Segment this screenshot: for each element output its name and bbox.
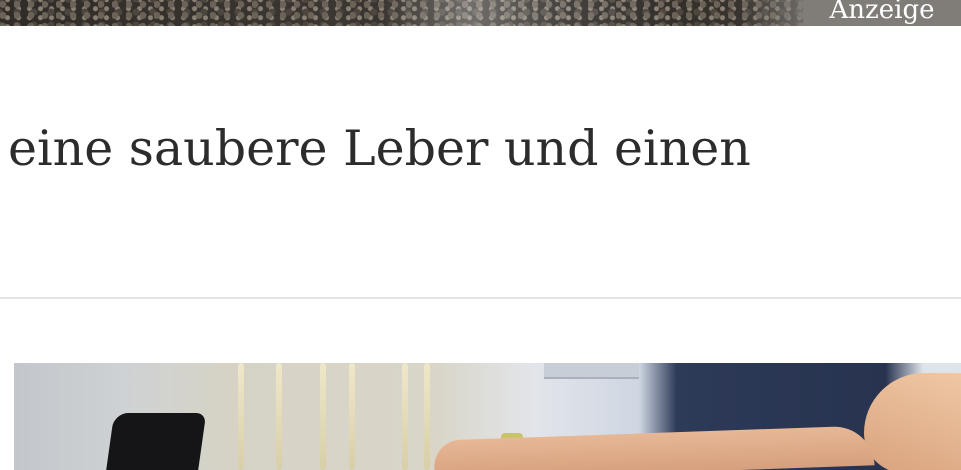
thumb-arm — [433, 425, 875, 470]
ad-image-highlight — [380, 0, 680, 26]
thumb-skeleton-part — [402, 363, 408, 470]
section-divider — [0, 297, 961, 299]
thumb-skeleton-part — [238, 363, 244, 470]
thumb-skeleton-part — [349, 363, 355, 470]
thumb-skeleton-part — [424, 363, 430, 470]
thumb-chair — [105, 413, 207, 470]
article-video-thumbnail[interactable] — [14, 363, 961, 470]
advertisement-image[interactable]: Anzeige — [0, 0, 961, 26]
thumb-skeleton-part — [320, 363, 326, 470]
thumb-hand — [864, 373, 961, 470]
thumb-shelf — [544, 363, 639, 379]
article-headline[interactable]: eine saubere Leber und einen — [8, 118, 751, 180]
thumb-skeleton-part — [276, 363, 282, 470]
ad-label-badge: Anzeige — [803, 0, 961, 26]
